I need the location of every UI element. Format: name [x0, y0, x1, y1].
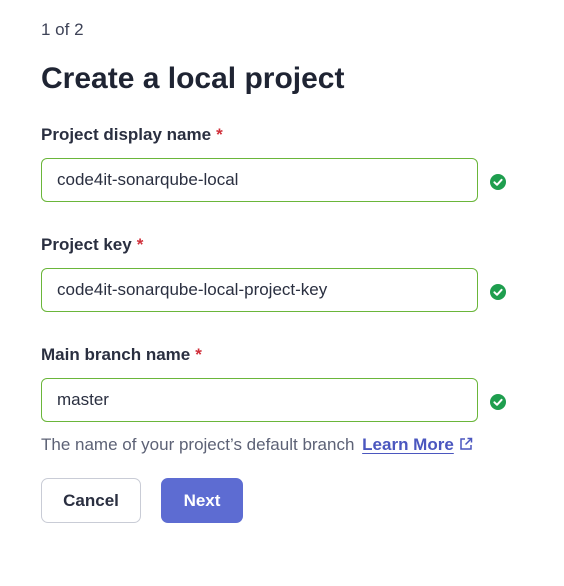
- display-name-label-text: Project display name: [41, 125, 212, 144]
- main-branch-help: The name of your project’s default branc…: [41, 435, 474, 455]
- step-indicator: 1 of 2: [41, 20, 84, 39]
- external-link-icon: [460, 437, 473, 450]
- check-circle-icon: [490, 284, 506, 300]
- project-key-input[interactable]: [41, 268, 478, 312]
- help-text: The name of your project’s default branc…: [41, 435, 355, 454]
- page-title: Create a local project: [41, 62, 345, 95]
- required-marker: *: [136, 235, 144, 254]
- display-name-input[interactable]: [41, 158, 478, 202]
- required-marker: *: [195, 345, 202, 364]
- main-branch-input[interactable]: [41, 378, 478, 422]
- main-branch-label-text: Main branch name: [41, 345, 191, 364]
- cancel-button[interactable]: Cancel: [41, 478, 141, 523]
- required-marker: *: [216, 125, 223, 144]
- check-circle-icon: [490, 174, 506, 190]
- learn-more-label: Learn More: [362, 435, 454, 454]
- next-button[interactable]: Next: [161, 478, 243, 523]
- check-circle-icon: [490, 394, 506, 410]
- learn-more-link[interactable]: Learn More: [362, 435, 474, 454]
- project-key-label: Project key *: [41, 235, 143, 255]
- main-branch-label: Main branch name *: [41, 345, 202, 365]
- project-key-label-text: Project key: [41, 235, 132, 254]
- display-name-label: Project display name *: [41, 125, 223, 145]
